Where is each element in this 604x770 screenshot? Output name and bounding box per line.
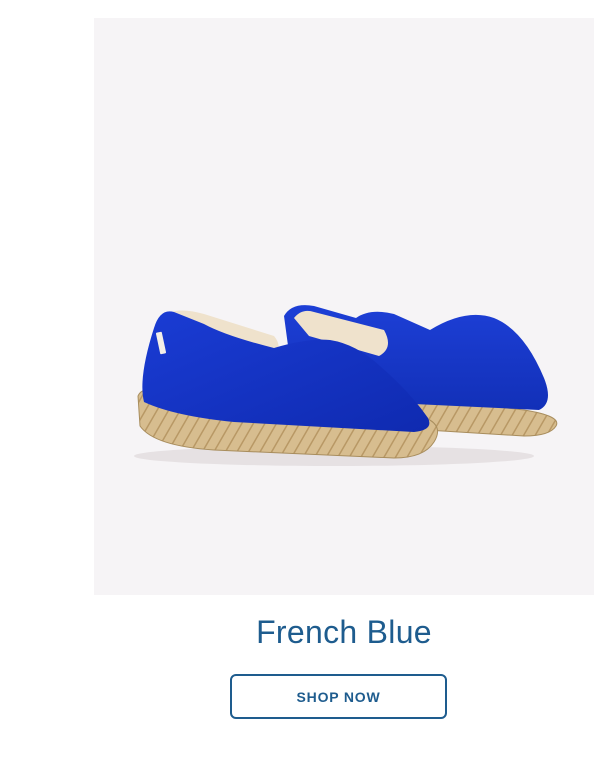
product-card: French Blue SHOP NOW bbox=[0, 0, 604, 770]
espadrilles-illustration bbox=[134, 305, 558, 466]
shop-now-button[interactable]: SHOP NOW bbox=[230, 674, 447, 719]
product-image[interactable] bbox=[94, 18, 594, 595]
product-title[interactable]: French Blue bbox=[94, 608, 594, 656]
